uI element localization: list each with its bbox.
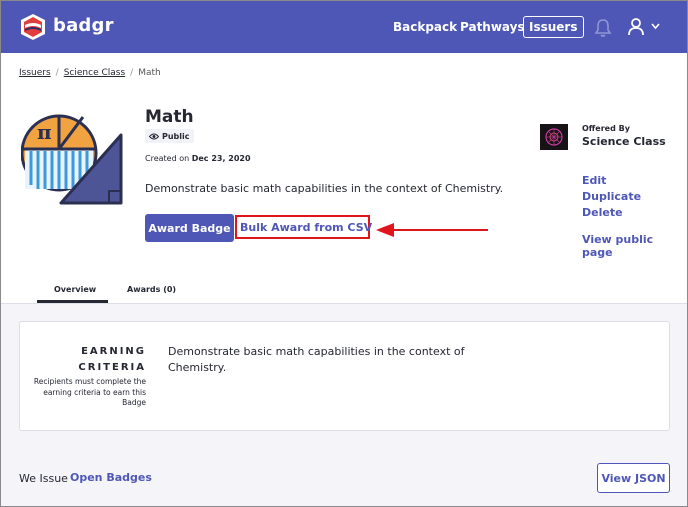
issuer-logo-icon [540,124,568,150]
eye-icon [149,133,159,139]
nav-issuers[interactable]: Issuers [523,16,584,38]
badge-description: Demonstrate basic math capabilities in t… [145,182,504,195]
chevron-down-icon[interactable] [651,23,660,30]
active-tab-indicator [37,300,108,303]
duplicate-link[interactable]: Duplicate [582,190,641,203]
earning-criteria-title-line1: EARNING [81,346,146,357]
breadcrumb-separator: / [55,68,59,78]
badgr-logo-icon[interactable] [19,13,47,41]
bulk-award-csv-link[interactable]: Bulk Award from CSV [240,221,372,234]
nav-backpack[interactable]: Backpack [393,20,457,34]
breadcrumb-current: Math [138,68,161,78]
award-badge-button[interactable]: Award Badge [145,214,234,242]
created-date: Created on Dec 23, 2020 [145,154,251,163]
earning-criteria-subtitle: Recipients must complete the earning cri… [33,377,146,407]
offered-by-label: Offered By [582,124,630,133]
breadcrumb-separator: / [130,68,134,78]
user-icon[interactable] [627,17,645,37]
tab-overview[interactable]: Overview [54,285,96,294]
annotation-arrow-icon [376,223,488,237]
breadcrumb-issuers[interactable]: Issuers [19,68,51,78]
earning-criteria-title-line2: CRITERIA [78,362,146,373]
earning-criteria-card [19,321,670,431]
visibility-label: Public [162,131,190,141]
svg-text:π: π [37,120,52,144]
tab-awards[interactable]: Awards (0) [127,285,176,294]
delete-link[interactable]: Delete [582,206,623,219]
open-badges-link[interactable]: Open Badges [70,471,152,484]
we-issue-label: We Issue [19,472,68,485]
view-json-button[interactable]: View JSON [597,463,670,493]
logo-text[interactable]: badgr [53,15,114,36]
breadcrumb-science-class[interactable]: Science Class [64,68,125,78]
breadcrumb: Issuers / Science Class / Math [19,68,161,78]
edit-link[interactable]: Edit [582,174,606,187]
badge-image: π [21,114,123,205]
earning-criteria-title: EARNING CRITERIA [31,344,146,376]
top-navigation: badgr Backpack Pathways Issuers [1,1,687,53]
visibility-badge: Public [145,129,194,143]
nav-pathways[interactable]: Pathways [460,20,525,34]
view-public-page-link[interactable]: View public page [582,233,687,259]
created-label: Created on [145,154,190,163]
earning-criteria-description: Demonstrate basic math capabilities in t… [168,345,465,374]
badge-title: Math [145,107,194,127]
issuer-name[interactable]: Science Class [582,135,666,148]
page-frame: badgr Backpack Pathways Issuers Issuers … [0,0,688,507]
bell-icon[interactable] [594,18,612,38]
created-date-value: Dec 23, 2020 [191,154,251,163]
